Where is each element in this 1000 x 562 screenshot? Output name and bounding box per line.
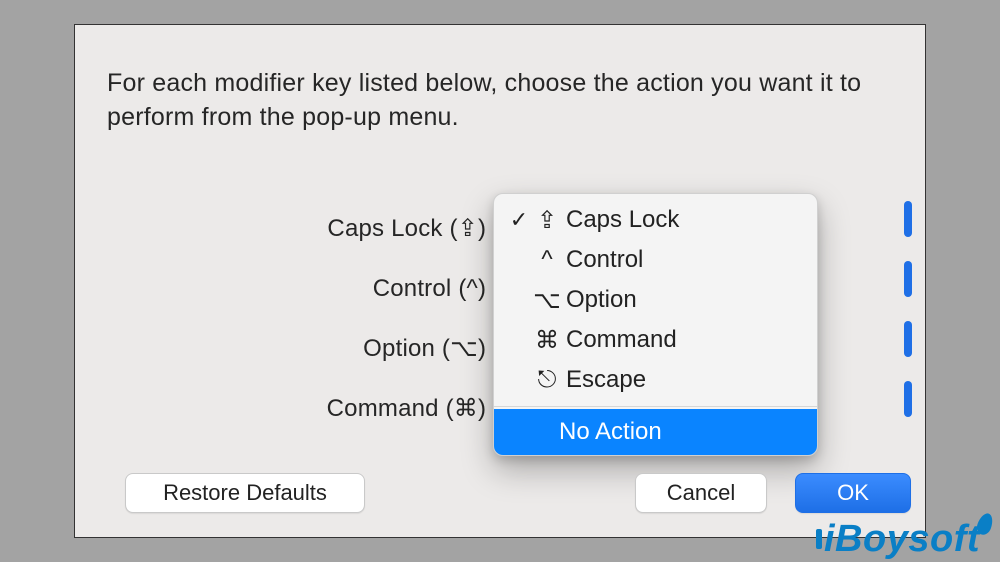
menu-item-label: Caps Lock [562, 206, 679, 234]
option-icon: ⌥ [532, 286, 562, 315]
menu-item-no-action[interactable]: No Action [494, 409, 817, 455]
modifier-labels: Caps Lock (⇪) Key Control (^) Key Option… [125, 199, 535, 439]
capslock-icon: ⇪ [532, 206, 562, 235]
popup-button-edges [904, 201, 912, 441]
option-key-label: Option (⌥) Key [125, 319, 535, 379]
menu-item-option[interactable]: ⌥ Option [494, 280, 817, 320]
menu-item-command[interactable]: ⌘ Command [494, 320, 817, 360]
escape-icon: ⎋ [532, 366, 562, 394]
menu-item-label: Option [562, 286, 637, 314]
command-popup-button[interactable] [904, 381, 912, 417]
modifier-action-menu: ✓ ⇪ Caps Lock ^ Control ⌥ Option ⌘ Comma… [493, 193, 818, 456]
watermark-text: iBoysoft [824, 520, 980, 558]
restore-defaults-button[interactable]: Restore Defaults [125, 473, 365, 513]
capslock-popup-button[interactable] [904, 201, 912, 237]
dialog-button-row: Restore Defaults Cancel OK [125, 473, 911, 513]
menu-item-label: No Action [559, 418, 662, 446]
check-icon: ✓ [506, 207, 532, 233]
command-icon: ⌘ [532, 326, 562, 355]
modifier-keys-sheet: For each modifier key listed below, choo… [74, 24, 926, 538]
command-key-label: Command (⌘) Key [125, 379, 535, 439]
capslock-key-label: Caps Lock (⇪) Key [125, 199, 535, 259]
option-popup-button[interactable] [904, 321, 912, 357]
menu-item-label: Escape [562, 366, 646, 394]
control-popup-button[interactable] [904, 261, 912, 297]
menu-item-label: Control [562, 246, 643, 274]
instruction-text: For each modifier key listed below, choo… [107, 67, 867, 135]
control-icon: ^ [532, 246, 562, 274]
menu-item-label: Command [562, 326, 677, 354]
menu-item-escape[interactable]: ⎋ Escape [494, 360, 817, 400]
control-key-label: Control (^) Key [125, 259, 535, 319]
watermark-i-icon [816, 529, 822, 549]
menu-separator [494, 406, 817, 407]
menu-item-control[interactable]: ^ Control [494, 240, 817, 280]
cancel-button[interactable]: Cancel [635, 473, 767, 513]
ok-button[interactable]: OK [795, 473, 911, 513]
menu-item-capslock[interactable]: ✓ ⇪ Caps Lock [494, 200, 817, 240]
iboysoft-watermark: iBoysoft [818, 520, 994, 558]
